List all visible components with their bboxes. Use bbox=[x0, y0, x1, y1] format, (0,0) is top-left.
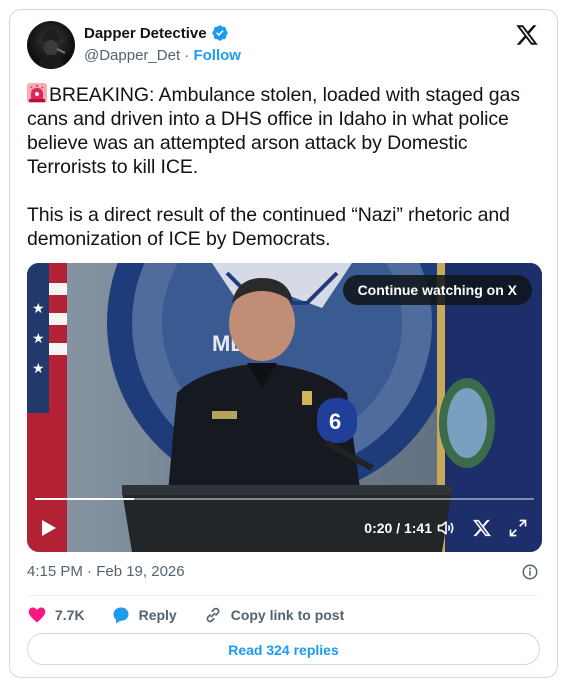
svg-text:★: ★ bbox=[32, 330, 45, 346]
siren-icon bbox=[27, 83, 47, 103]
reply-bubble-icon bbox=[113, 607, 129, 624]
video-time: 0:20 / 1:41 bbox=[364, 520, 432, 536]
separator-dot: · bbox=[184, 47, 190, 64]
author-name-row: Dapper Detective bbox=[84, 24, 229, 42]
tweet-paragraph-1-text: BREAKING: Ambulance stolen, loaded with … bbox=[27, 84, 520, 178]
video-progress-bar[interactable] bbox=[35, 498, 534, 500]
copy-link-label: Copy link to post bbox=[230, 607, 345, 623]
svg-text:★: ★ bbox=[32, 300, 45, 316]
like-button[interactable]: 7.7K bbox=[27, 605, 85, 625]
follow-button[interactable]: Follow bbox=[193, 47, 241, 64]
avatar-detective-image bbox=[37, 29, 66, 69]
read-replies-button[interactable]: Read 324 replies bbox=[27, 633, 540, 665]
x-logo-icon[interactable] bbox=[515, 23, 539, 47]
divider bbox=[27, 595, 540, 596]
video-progress-fill bbox=[35, 498, 134, 500]
author-name[interactable]: Dapper Detective bbox=[84, 25, 207, 42]
tweet-text: BREAKING: Ambulance stolen, loaded with … bbox=[27, 83, 547, 251]
fullscreen-icon[interactable] bbox=[508, 518, 528, 538]
svg-text:6: 6 bbox=[329, 409, 341, 434]
heart-icon bbox=[28, 607, 46, 623]
tweet-paragraph-1: BREAKING: Ambulance stolen, loaded with … bbox=[27, 83, 547, 179]
tweet-card: Dapper Detective @Dapper_Det · Follow BR… bbox=[9, 9, 558, 678]
video-player[interactable]: ★ ★ ★ ME AN 6 bbox=[27, 263, 542, 552]
action-bar: 7.7K Reply Copy link to post bbox=[27, 604, 370, 626]
verified-badge-icon bbox=[211, 25, 228, 41]
avatar[interactable] bbox=[27, 21, 75, 69]
like-count: 7.7K bbox=[55, 607, 85, 623]
tweet-paragraph-2: This is a direct result of the continued… bbox=[27, 204, 510, 250]
continue-watching-button[interactable]: Continue watching on X bbox=[342, 275, 532, 305]
link-icon bbox=[206, 607, 220, 623]
info-icon[interactable] bbox=[521, 563, 539, 581]
reply-label: Reply bbox=[138, 607, 177, 623]
author-handle-row: @Dapper_Det · Follow bbox=[84, 47, 241, 64]
play-icon[interactable] bbox=[41, 519, 57, 537]
reply-button[interactable]: Reply bbox=[111, 605, 177, 625]
volume-icon[interactable] bbox=[436, 518, 456, 538]
x-video-icon[interactable] bbox=[472, 518, 492, 538]
copy-link-button[interactable]: Copy link to post bbox=[203, 605, 345, 625]
author-handle[interactable]: @Dapper_Det bbox=[84, 47, 180, 64]
svg-text:★: ★ bbox=[32, 360, 45, 376]
video-controls: 0:20 / 1:41 bbox=[27, 506, 542, 552]
post-timestamp[interactable]: 4:15 PM · Feb 19, 2026 bbox=[27, 563, 185, 580]
